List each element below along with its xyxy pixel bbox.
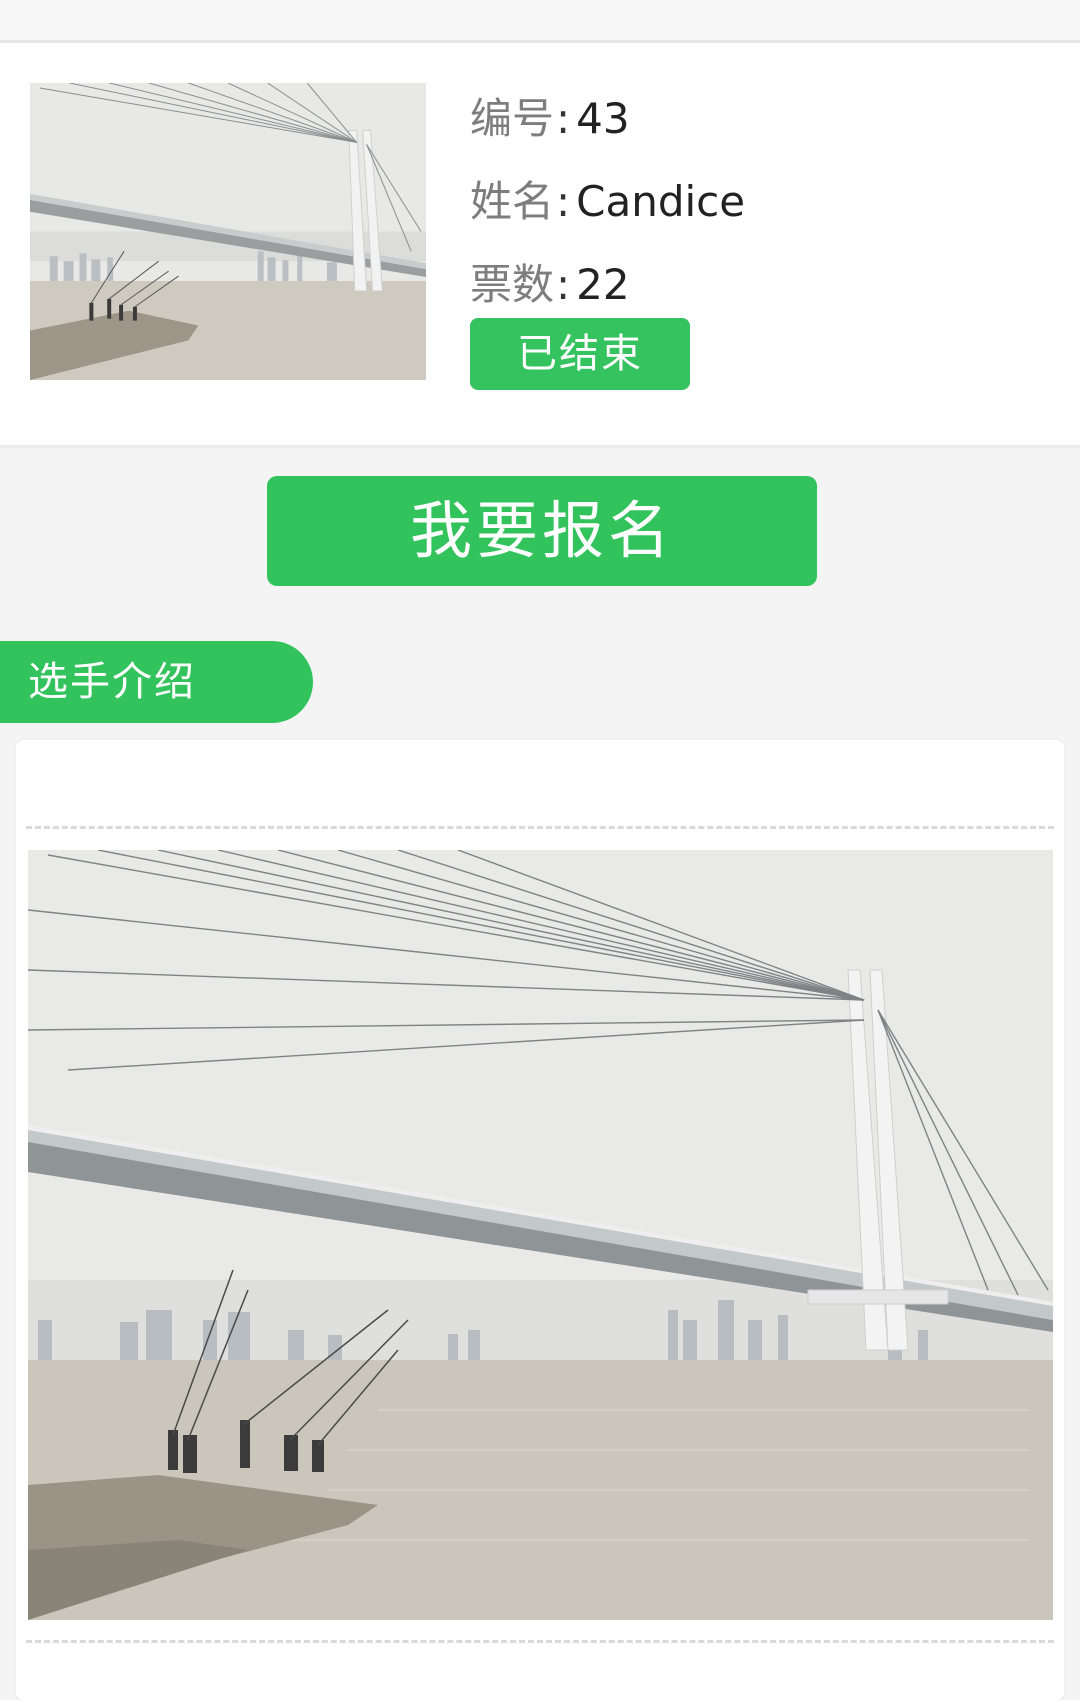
bridge-photo-main bbox=[28, 850, 1053, 1620]
contestant-number: 编号: 43 bbox=[470, 89, 630, 149]
votes-value: 22 bbox=[576, 260, 630, 309]
number-colon: : bbox=[556, 94, 571, 143]
intro-text bbox=[26, 740, 1054, 826]
name-label: 姓名 bbox=[470, 177, 555, 226]
signup-button[interactable]: 我要报名 bbox=[267, 476, 817, 586]
contestant-photo[interactable] bbox=[28, 850, 1053, 1620]
votes-colon: : bbox=[556, 260, 571, 309]
contestant-name: 姓名: Candice bbox=[470, 172, 745, 232]
contestant-thumbnail[interactable] bbox=[30, 83, 426, 380]
bridge-photo-thumb bbox=[30, 83, 426, 380]
intro-card bbox=[16, 740, 1064, 1700]
name-value: Candice bbox=[576, 177, 746, 226]
number-value: 43 bbox=[576, 94, 630, 143]
divider bbox=[26, 1640, 1054, 1643]
contestant-votes: 票数: 22 bbox=[470, 255, 630, 315]
contestant-card: 编号: 43 姓名: Candice 票数: 22 已结束 bbox=[0, 43, 1080, 448]
status-ended-button[interactable]: 已结束 bbox=[470, 318, 690, 390]
divider bbox=[26, 826, 1054, 829]
votes-label: 票数 bbox=[470, 260, 555, 309]
number-label: 编号 bbox=[470, 94, 555, 143]
section-tab-intro: 选手介绍 bbox=[0, 641, 313, 723]
name-colon: : bbox=[556, 177, 571, 226]
top-bar bbox=[0, 0, 1080, 43]
